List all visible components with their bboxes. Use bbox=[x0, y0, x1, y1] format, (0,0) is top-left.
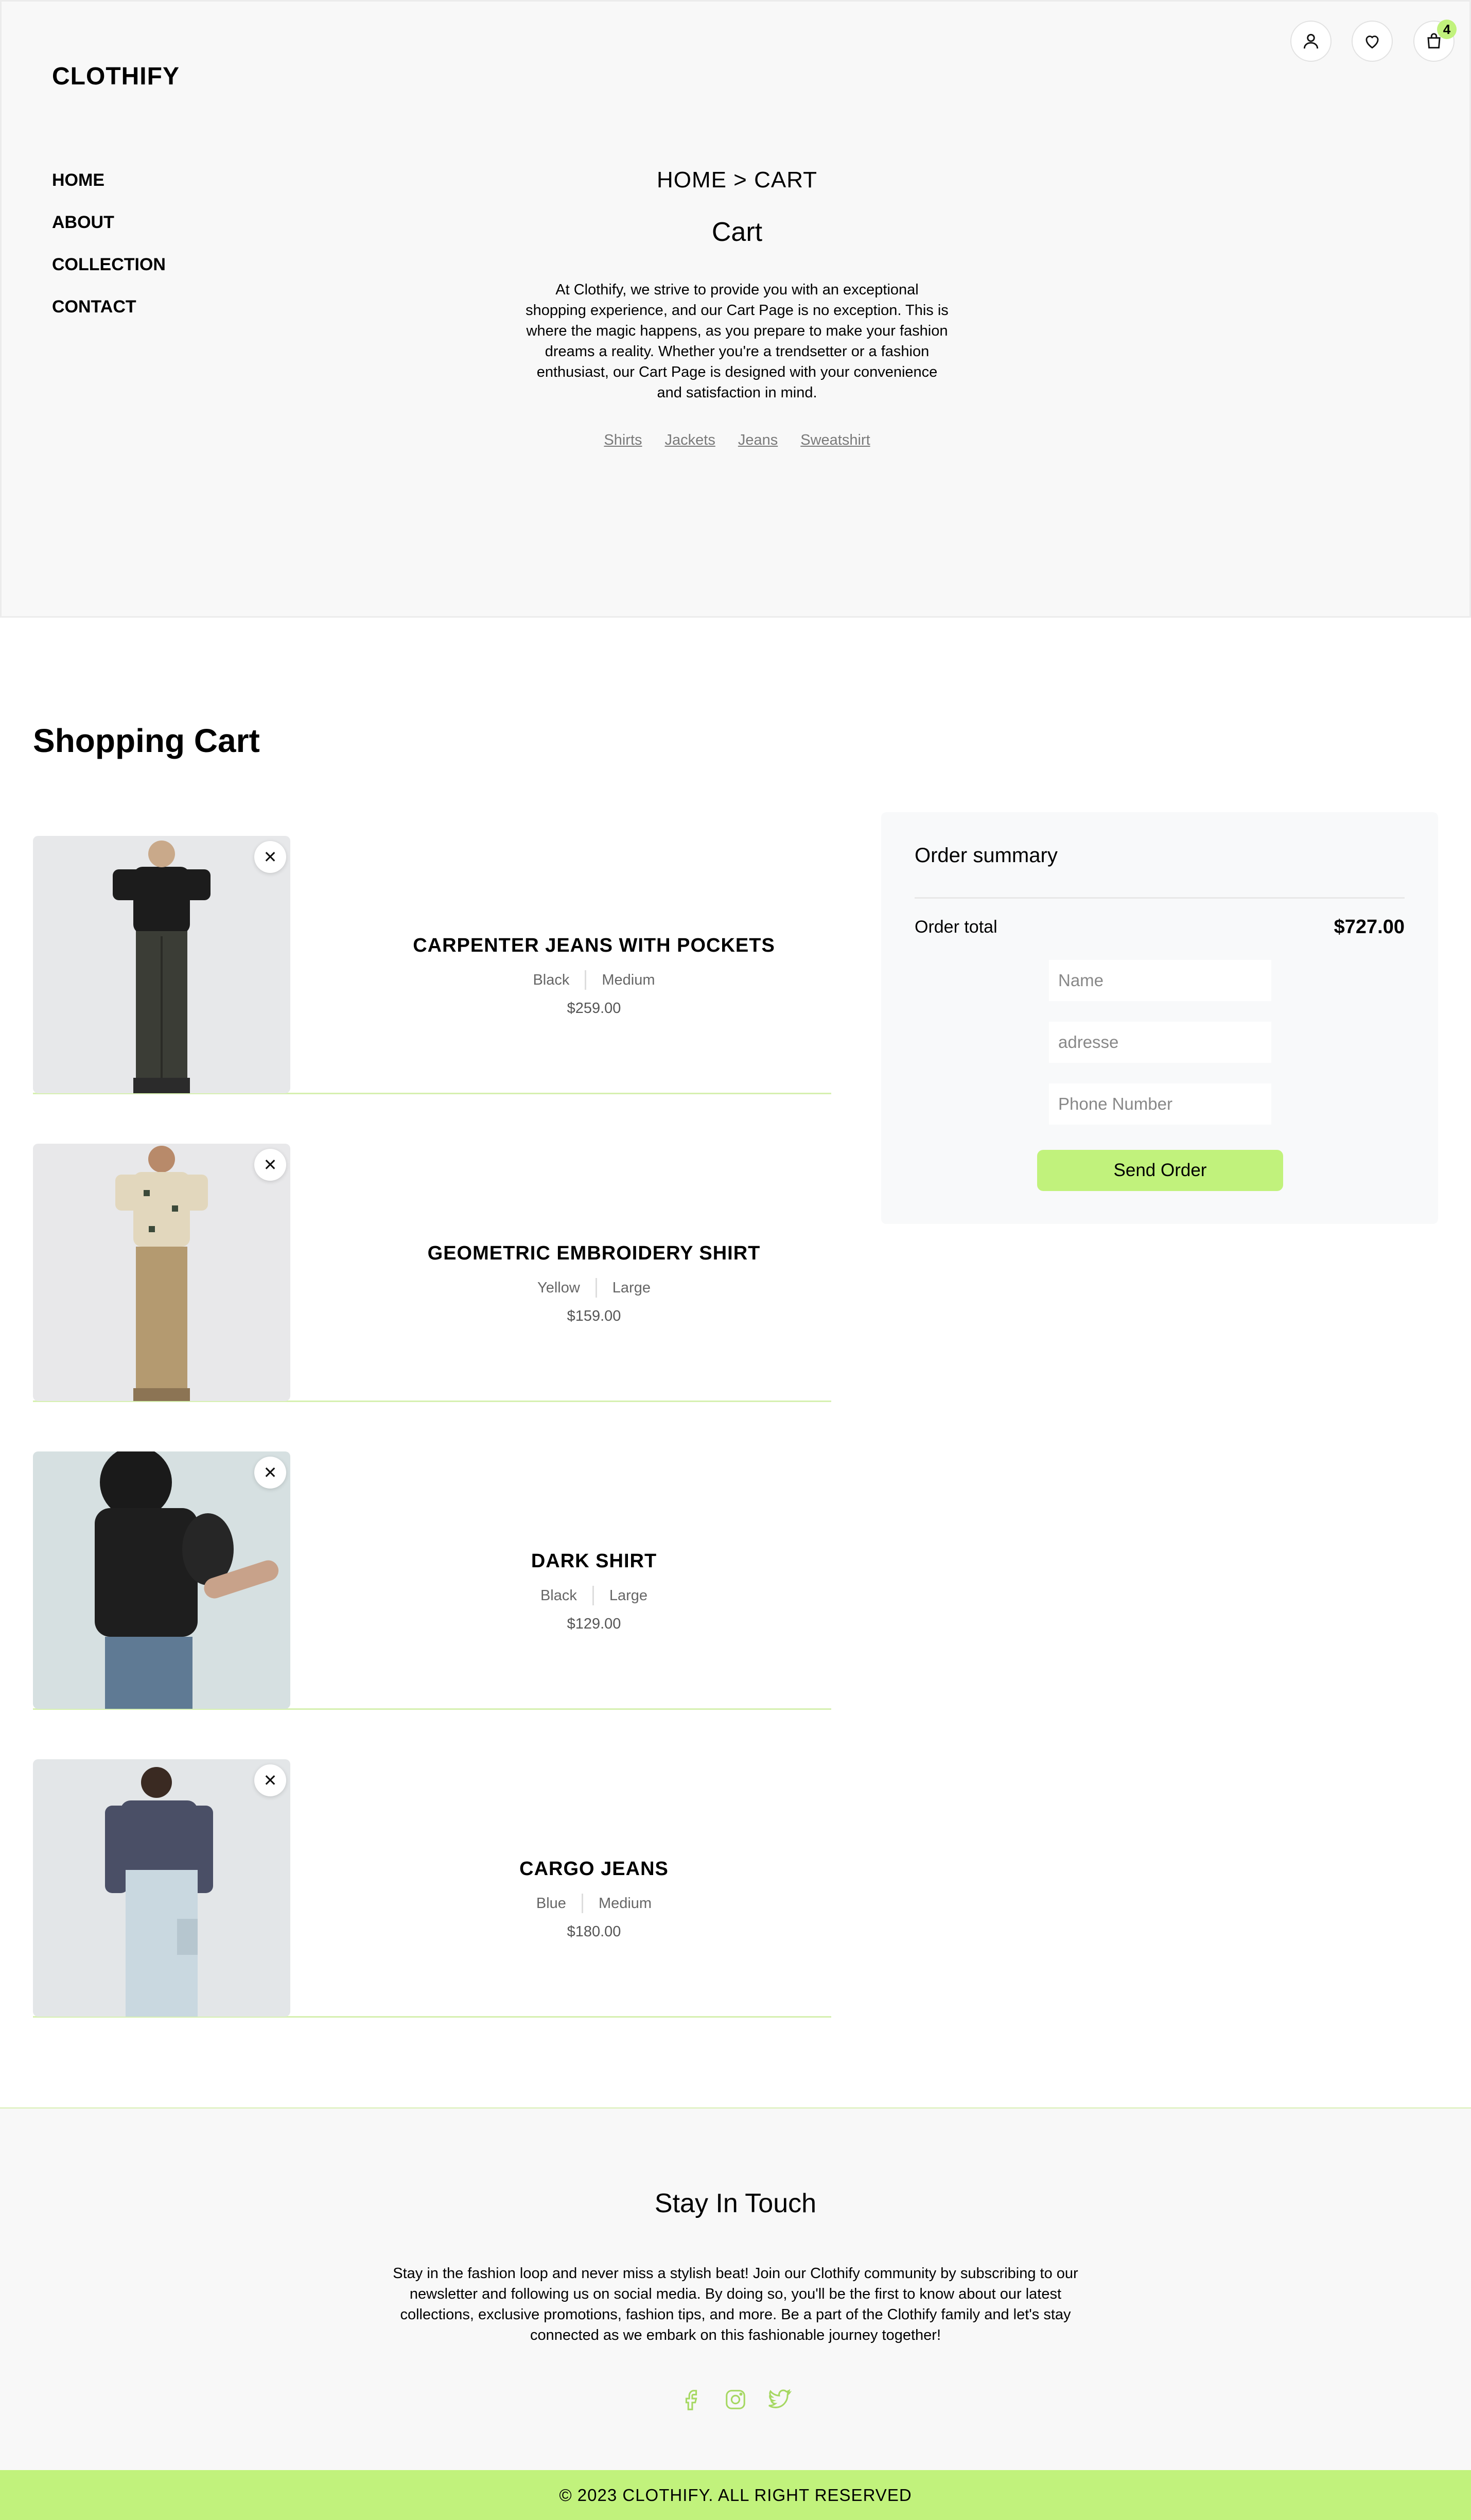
item-info: CARPENTER JEANS WITH POCKETS Black Mediu… bbox=[321, 935, 867, 1017]
send-order-button[interactable]: Send Order bbox=[1037, 1150, 1283, 1191]
twitter-icon[interactable] bbox=[767, 2387, 793, 2412]
remove-item-button[interactable]: ✕ bbox=[254, 1764, 286, 1796]
divider bbox=[595, 1278, 597, 1298]
nav-collection[interactable]: COLLECTION bbox=[52, 253, 166, 276]
remove-item-button[interactable]: ✕ bbox=[254, 1149, 286, 1181]
cart-button[interactable]: 4 bbox=[1413, 20, 1457, 62]
heart-icon bbox=[1365, 36, 1379, 49]
account-button[interactable] bbox=[1290, 21, 1332, 62]
page-title: Cart bbox=[711, 217, 763, 247]
item-color: Blue bbox=[536, 1895, 566, 1912]
remove-item-button[interactable]: ✕ bbox=[254, 841, 286, 873]
item-size: Medium bbox=[602, 971, 655, 988]
cart-item: ✕ GEOMETRIC EMBROIDERY SHIRT Yellow Larg… bbox=[33, 1119, 831, 1402]
cart-item: ✕ CARPENTER JEANS WITH POCKETS Black Med… bbox=[33, 811, 831, 1094]
user-icon bbox=[1303, 33, 1319, 49]
divider bbox=[592, 1586, 594, 1605]
category-links: Shirts Jackets Jeans Sweatshirt bbox=[2, 432, 1471, 449]
item-price: $180.00 bbox=[567, 1923, 621, 1940]
item-name[interactable]: DARK SHIRT bbox=[321, 1550, 867, 1572]
social-links bbox=[0, 2387, 1471, 2412]
item-name[interactable]: CARGO JEANS bbox=[321, 1858, 867, 1880]
item-color: Yellow bbox=[537, 1279, 580, 1296]
item-meta: Blue Medium bbox=[321, 1894, 867, 1913]
item-meta: Yellow Large bbox=[321, 1278, 867, 1298]
order-total-label: Order total bbox=[915, 917, 997, 937]
item-price: $259.00 bbox=[567, 1000, 621, 1017]
item-info: DARK SHIRT Black Large $129.00 bbox=[321, 1550, 867, 1633]
address-input[interactable] bbox=[1049, 1022, 1271, 1063]
item-meta: Black Large bbox=[321, 1586, 867, 1605]
product-image[interactable]: ✕ bbox=[33, 836, 290, 1093]
cart-count-badge: 4 bbox=[1437, 20, 1457, 39]
item-info: CARGO JEANS Blue Medium $180.00 bbox=[321, 1858, 867, 1940]
item-name[interactable]: GEOMETRIC EMBROIDERY SHIRT bbox=[321, 1242, 867, 1265]
nav-contact[interactable]: CONTACT bbox=[52, 295, 166, 318]
cart-item: ✕ DARK SHIRT Black Large $129.00 bbox=[33, 1427, 831, 1710]
item-meta: Black Medium bbox=[321, 970, 867, 990]
divider bbox=[915, 897, 1405, 899]
category-link-shirts[interactable]: Shirts bbox=[604, 432, 642, 449]
divider bbox=[585, 970, 587, 990]
wishlist-button[interactable] bbox=[1352, 21, 1393, 62]
shopping-cart-title: Shopping Cart bbox=[33, 722, 260, 759]
item-price: $129.00 bbox=[567, 1616, 621, 1632]
order-summary-title: Order summary bbox=[915, 844, 1058, 867]
category-link-jeans[interactable]: Jeans bbox=[738, 432, 778, 449]
item-size: Large bbox=[612, 1279, 651, 1296]
category-link-jackets[interactable]: Jackets bbox=[665, 432, 715, 449]
instagram-icon[interactable] bbox=[723, 2387, 748, 2412]
footer-title: Stay In Touch bbox=[654, 2189, 817, 2218]
footer-text: Stay in the fashion loop and never miss … bbox=[393, 2265, 1078, 2343]
cart-item: ✕ CARGO JEANS Blue Medium $180.00 bbox=[33, 1735, 831, 2018]
remove-item-button[interactable]: ✕ bbox=[254, 1457, 286, 1489]
order-total-value: $727.00 bbox=[1334, 916, 1405, 938]
hero-description: At Clothify, we strive to provide you wi… bbox=[526, 282, 949, 401]
name-input[interactable] bbox=[1049, 960, 1271, 1001]
product-image[interactable]: ✕ bbox=[33, 1144, 290, 1401]
item-color: Black bbox=[540, 1587, 577, 1604]
hero-header: CLOTHIFY HOME ABOUT COLLECTION CONTACT 4… bbox=[0, 0, 1471, 618]
item-size: Medium bbox=[598, 1895, 652, 1912]
newsletter-section: Stay In Touch Stay in the fashion loop a… bbox=[0, 2109, 1471, 2470]
divider bbox=[581, 1894, 583, 1913]
item-name[interactable]: CARPENTER JEANS WITH POCKETS bbox=[321, 935, 867, 957]
item-size: Large bbox=[609, 1587, 648, 1604]
order-summary-panel: Order summary Order total $727.00 Send O… bbox=[881, 812, 1438, 1224]
item-price: $159.00 bbox=[567, 1308, 621, 1324]
brand-logo[interactable]: CLOTHIFY bbox=[52, 62, 180, 91]
facebook-icon[interactable] bbox=[678, 2387, 704, 2412]
item-info: GEOMETRIC EMBROIDERY SHIRT Yellow Large … bbox=[321, 1242, 867, 1325]
category-link-sweatshirt[interactable]: Sweatshirt bbox=[800, 432, 870, 449]
copyright-bar: © 2023 CLOTHIFY. ALL RIGHT RESERVED bbox=[0, 2470, 1471, 2520]
phone-input[interactable] bbox=[1049, 1083, 1271, 1125]
item-color: Black bbox=[533, 971, 570, 988]
product-image[interactable]: ✕ bbox=[33, 1451, 290, 1709]
product-image[interactable]: ✕ bbox=[33, 1759, 290, 2017]
breadcrumb: HOME > CART bbox=[656, 167, 818, 192]
